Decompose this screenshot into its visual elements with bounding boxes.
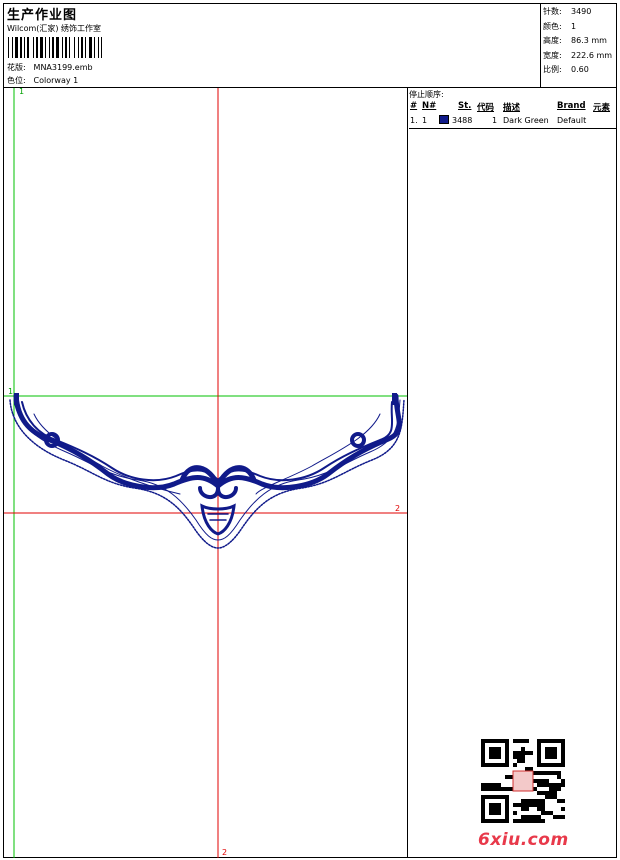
row-code: 3488 — [452, 116, 473, 125]
qr-code — [481, 739, 565, 823]
design-canvas: 1 1 2 2 — [4, 88, 407, 858]
colorway-row: 色位: Colorway 1 — [7, 75, 78, 86]
stat-width: 宽度: 222.6 mm — [543, 49, 612, 64]
design-file: MNA3199.emb — [33, 63, 93, 72]
guide-label-red-h: 2 — [395, 504, 400, 513]
stop-sequence-title: 停止顺序: — [409, 90, 444, 99]
design-file-row: 花版: MNA3199.emb — [7, 62, 93, 73]
col-header-desc: 描述 — [503, 103, 521, 113]
row-n: 1 — [422, 116, 428, 125]
colorway-label: 色位: — [7, 76, 26, 85]
col-header-n: N# — [422, 101, 437, 111]
canvas-divider — [407, 88, 408, 858]
stat-scale: 比例: 0.60 — [543, 63, 612, 78]
col-header-num: # — [410, 101, 418, 111]
stat-value: 222.6 mm — [571, 50, 613, 60]
stat-label: 针数: — [543, 7, 562, 16]
guide-label-green-h: 1 — [8, 387, 13, 396]
colorway-value: Colorway 1 — [33, 76, 79, 85]
stats-divider — [540, 3, 541, 87]
barcode — [8, 37, 102, 58]
row-brand: Default — [557, 116, 587, 125]
stat-label: 比例: — [543, 65, 562, 74]
col-header-code: 代码 — [477, 103, 495, 113]
stat-label: 颜色: — [543, 21, 562, 31]
table-divider — [409, 128, 617, 129]
watermark-logo: 6xiu.com — [478, 830, 569, 850]
stat-colors: 颜色: 1 — [543, 20, 612, 35]
guide-label-green-v: 1 — [19, 88, 24, 96]
col-header-element: 元素 — [593, 103, 611, 113]
embroidery-design — [9, 393, 405, 549]
col-header-brand: Brand — [557, 101, 586, 111]
seal-icon — [512, 770, 534, 792]
stat-value: 3490 — [571, 7, 592, 16]
studio-name: Wilcom(汇家) 绣饰工作室 — [7, 24, 102, 33]
row-st: 1 — [492, 116, 498, 125]
guide-label-red-v: 2 — [222, 848, 227, 857]
row-num: 1. — [410, 116, 418, 125]
stat-value: 1 — [571, 21, 577, 31]
sheet-title: 生产作业图 — [7, 8, 78, 23]
stat-label: 宽度: — [543, 50, 562, 60]
col-header-st: St. — [458, 101, 472, 111]
stat-value: 86.3 mm — [571, 36, 607, 45]
stat-label: 高度: — [543, 36, 562, 45]
thread-color-swatch — [439, 115, 449, 124]
design-label: 花版: — [7, 63, 26, 72]
stat-height: 高度: 86.3 mm — [543, 34, 612, 49]
stat-stitches: 针数: 3490 — [543, 5, 612, 20]
stat-value: 0.60 — [571, 65, 589, 74]
stats-panel: 针数: 3490 颜色: 1 高度: 86.3 mm 宽度: 222.6 mm 比例: 0… — [543, 5, 612, 78]
row-desc: Dark Green — [503, 116, 549, 125]
